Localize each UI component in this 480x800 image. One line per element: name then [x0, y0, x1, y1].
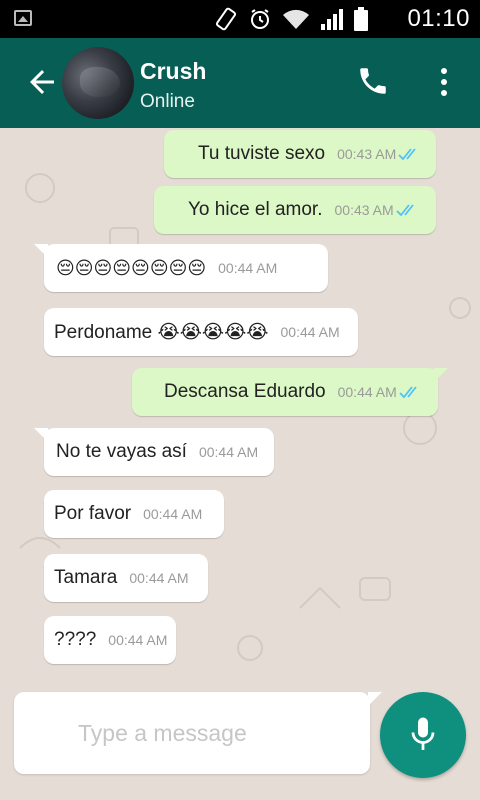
clock: 01:10 [407, 5, 470, 32]
double-check-icon [396, 204, 414, 217]
phone-icon[interactable] [356, 64, 390, 98]
message-time: 00:44 AM [129, 570, 189, 586]
message-text: ???? [54, 629, 97, 650]
message-text: 😔😔😔😔😔😔😔😔 [56, 257, 207, 278]
image-icon [14, 10, 32, 26]
message-time: 00:43 AM [337, 146, 397, 162]
message-text: Perdoname 😭😭😭😭😭 [54, 321, 269, 343]
message-bubble[interactable]: No te vayas así 00:44 AM [34, 428, 274, 476]
status-bar: 01:10 [0, 0, 480, 38]
message-time: 00:44 AM [198, 444, 259, 460]
microphone-icon [411, 717, 435, 750]
message-time: 00:44 AM [280, 324, 340, 340]
signal-icon [321, 9, 343, 30]
double-check-icon [398, 148, 416, 161]
phone-rotate-icon [215, 7, 237, 31]
message-text: Yo hice el amor. [188, 199, 323, 220]
mic-button[interactable] [380, 692, 466, 778]
status-icons [214, 7, 368, 31]
message-bubble[interactable]: Por favor 00:44 AM [44, 490, 224, 538]
contact-name[interactable]: Crush [140, 58, 206, 85]
message-time: 00:43 AM [334, 202, 394, 218]
double-check-icon [399, 386, 417, 399]
message-text: Tamara [54, 567, 118, 588]
message-bubble[interactable]: Descansa Eduardo 00:44 AM [132, 368, 448, 416]
message-bubble[interactable]: Tu tuviste sexo 00:43 AM [164, 130, 436, 178]
message-bubble[interactable]: 😔😔😔😔😔😔😔😔 00:44 AM [34, 244, 328, 292]
message-time: 00:44 AM [218, 260, 278, 276]
message-bubble[interactable]: Tamara 00:44 AM [44, 554, 208, 602]
contact-status: Online [140, 91, 195, 112]
battery-icon [354, 7, 368, 31]
message-text: Tu tuviste sexo [198, 143, 326, 164]
composer [14, 692, 382, 774]
message-list: Tu tuviste sexo 00:43 AM Yo hice el amor… [0, 128, 480, 688]
message-text: No te vayas así [56, 441, 187, 462]
message-bubble[interactable]: Perdoname 😭😭😭😭😭 00:44 AM [44, 308, 358, 356]
avatar[interactable] [62, 47, 134, 119]
alarm-icon [251, 9, 269, 29]
message-text: Por favor [54, 503, 132, 524]
message-time: 00:44 AM [108, 632, 168, 648]
message-text: Descansa Eduardo [164, 381, 326, 402]
message-bubble[interactable]: ???? 00:44 AM [44, 616, 176, 664]
wifi-icon [283, 9, 309, 29]
back-arrow-icon[interactable] [24, 64, 60, 100]
message-time: 00:44 AM [337, 384, 397, 400]
message-input[interactable] [78, 714, 348, 752]
chat-header: Crush Online [0, 38, 480, 128]
message-time: 00:44 AM [143, 506, 203, 522]
more-vert-icon[interactable] [434, 66, 454, 98]
message-bubble[interactable]: Yo hice el amor. 00:43 AM [154, 186, 436, 234]
